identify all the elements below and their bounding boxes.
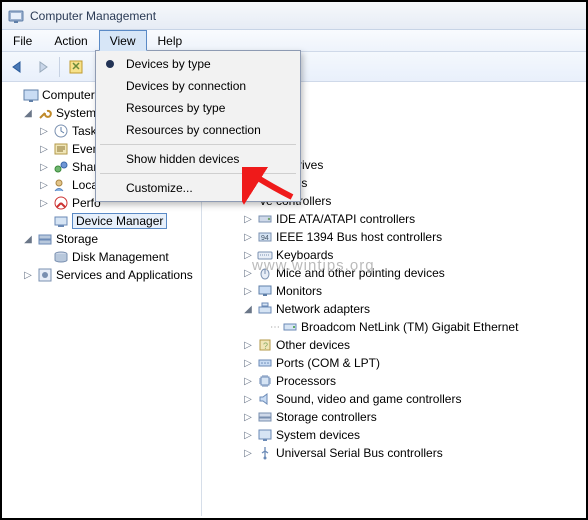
tree-services-apps[interactable]: ▷ Services and Applications <box>6 266 199 284</box>
dev-storage-controllers[interactable]: ▷ Storage controllers <box>214 408 584 426</box>
tree-line: ⋯ <box>270 322 279 333</box>
dev-network[interactable]: ◢ Network adapters <box>214 300 584 318</box>
mouse-icon <box>257 265 273 281</box>
chevron-down-icon: ◢ <box>242 304 254 315</box>
shared-icon <box>53 159 69 175</box>
nic-icon <box>282 319 298 335</box>
dev-usb[interactable]: ▷ Universal Serial Bus controllers <box>214 444 584 462</box>
sound-icon <box>257 391 273 407</box>
tools-icon <box>37 105 53 121</box>
svg-text:?: ? <box>263 341 268 351</box>
monitor-icon <box>257 283 273 299</box>
event-icon <box>53 141 69 157</box>
clock-icon <box>53 123 69 139</box>
other-icon: ? <box>257 337 273 353</box>
storage-ctrl-icon <box>257 409 273 425</box>
menu-file[interactable]: File <box>2 30 43 51</box>
menu-view[interactable]: View <box>99 30 147 51</box>
chevron-right-icon: ▷ <box>242 214 254 225</box>
storage-icon <box>37 231 53 247</box>
view-dropdown: Devices by type Devices by connection Re… <box>95 50 301 202</box>
ieee-icon: 94 <box>257 229 273 245</box>
menu-separator <box>100 173 296 174</box>
cpu-icon <box>257 373 273 389</box>
menu-customize[interactable]: Customize... <box>98 177 298 199</box>
dev-other[interactable]: ▷ ? Other devices <box>214 336 584 354</box>
dev-broadcom[interactable]: ⋯ Broadcom NetLink (TM) Gigabit Ethernet <box>214 318 584 336</box>
menu-action[interactable]: Action <box>43 30 98 51</box>
menu-separator <box>100 144 296 145</box>
chevron-down-icon: ◢ <box>22 108 34 119</box>
window-title: Computer Management <box>30 9 156 23</box>
titlebar: Computer Management <box>2 2 586 30</box>
menubar: File Action View Help <box>2 30 586 52</box>
dev-processors[interactable]: ▷ Processors <box>214 372 584 390</box>
network-icon <box>257 301 273 317</box>
menu-help[interactable]: Help <box>147 30 194 51</box>
ports-icon <box>257 355 273 371</box>
menu-devices-by-connection[interactable]: Devices by connection <box>98 75 298 97</box>
forward-button[interactable] <box>31 56 55 78</box>
menu-resources-by-type[interactable]: Resources by type <box>98 97 298 119</box>
tree-storage[interactable]: ◢ Storage <box>6 230 199 248</box>
menu-show-hidden-devices[interactable]: Show hidden devices <box>98 148 298 170</box>
dev-keyboards[interactable]: ▷ Keyboards <box>214 246 584 264</box>
chevron-right-icon: ▷ <box>38 126 50 137</box>
toolbar-separator <box>59 57 60 77</box>
bullet-icon <box>106 60 114 68</box>
system-icon <box>257 427 273 443</box>
properties-button[interactable] <box>64 56 88 78</box>
dev-sound[interactable]: ▷ Sound, video and game controllers <box>214 390 584 408</box>
users-icon <box>53 177 69 193</box>
tree-disk-management[interactable]: Disk Management <box>6 248 199 266</box>
dev-system[interactable]: ▷ System devices <box>214 426 584 444</box>
performance-icon <box>53 195 69 211</box>
disk-icon <box>53 249 69 265</box>
dev-mice[interactable]: ▷ Mice and other pointing devices <box>214 264 584 282</box>
back-button[interactable] <box>6 56 30 78</box>
tree-device-manager[interactable]: Device Manager <box>6 212 199 230</box>
dev-monitors[interactable]: ▷ Monitors <box>214 282 584 300</box>
keyboard-icon <box>257 247 273 263</box>
ide-icon <box>257 211 273 227</box>
menu-resources-by-connection[interactable]: Resources by connection <box>98 119 298 141</box>
computer-mgmt-icon <box>23 87 39 103</box>
dev-ieee[interactable]: ▷ 94 IEEE 1394 Bus host controllers <box>214 228 584 246</box>
app-icon <box>8 8 24 24</box>
usb-icon <box>257 445 273 461</box>
device-manager-icon <box>53 213 69 229</box>
dev-ports[interactable]: ▷ Ports (COM & LPT) <box>214 354 584 372</box>
svg-text:94: 94 <box>261 235 269 242</box>
dev-ide[interactable]: ▷ IDE ATA/ATAPI controllers <box>214 210 584 228</box>
menu-devices-by-type[interactable]: Devices by type <box>98 53 298 75</box>
services-icon <box>37 267 53 283</box>
